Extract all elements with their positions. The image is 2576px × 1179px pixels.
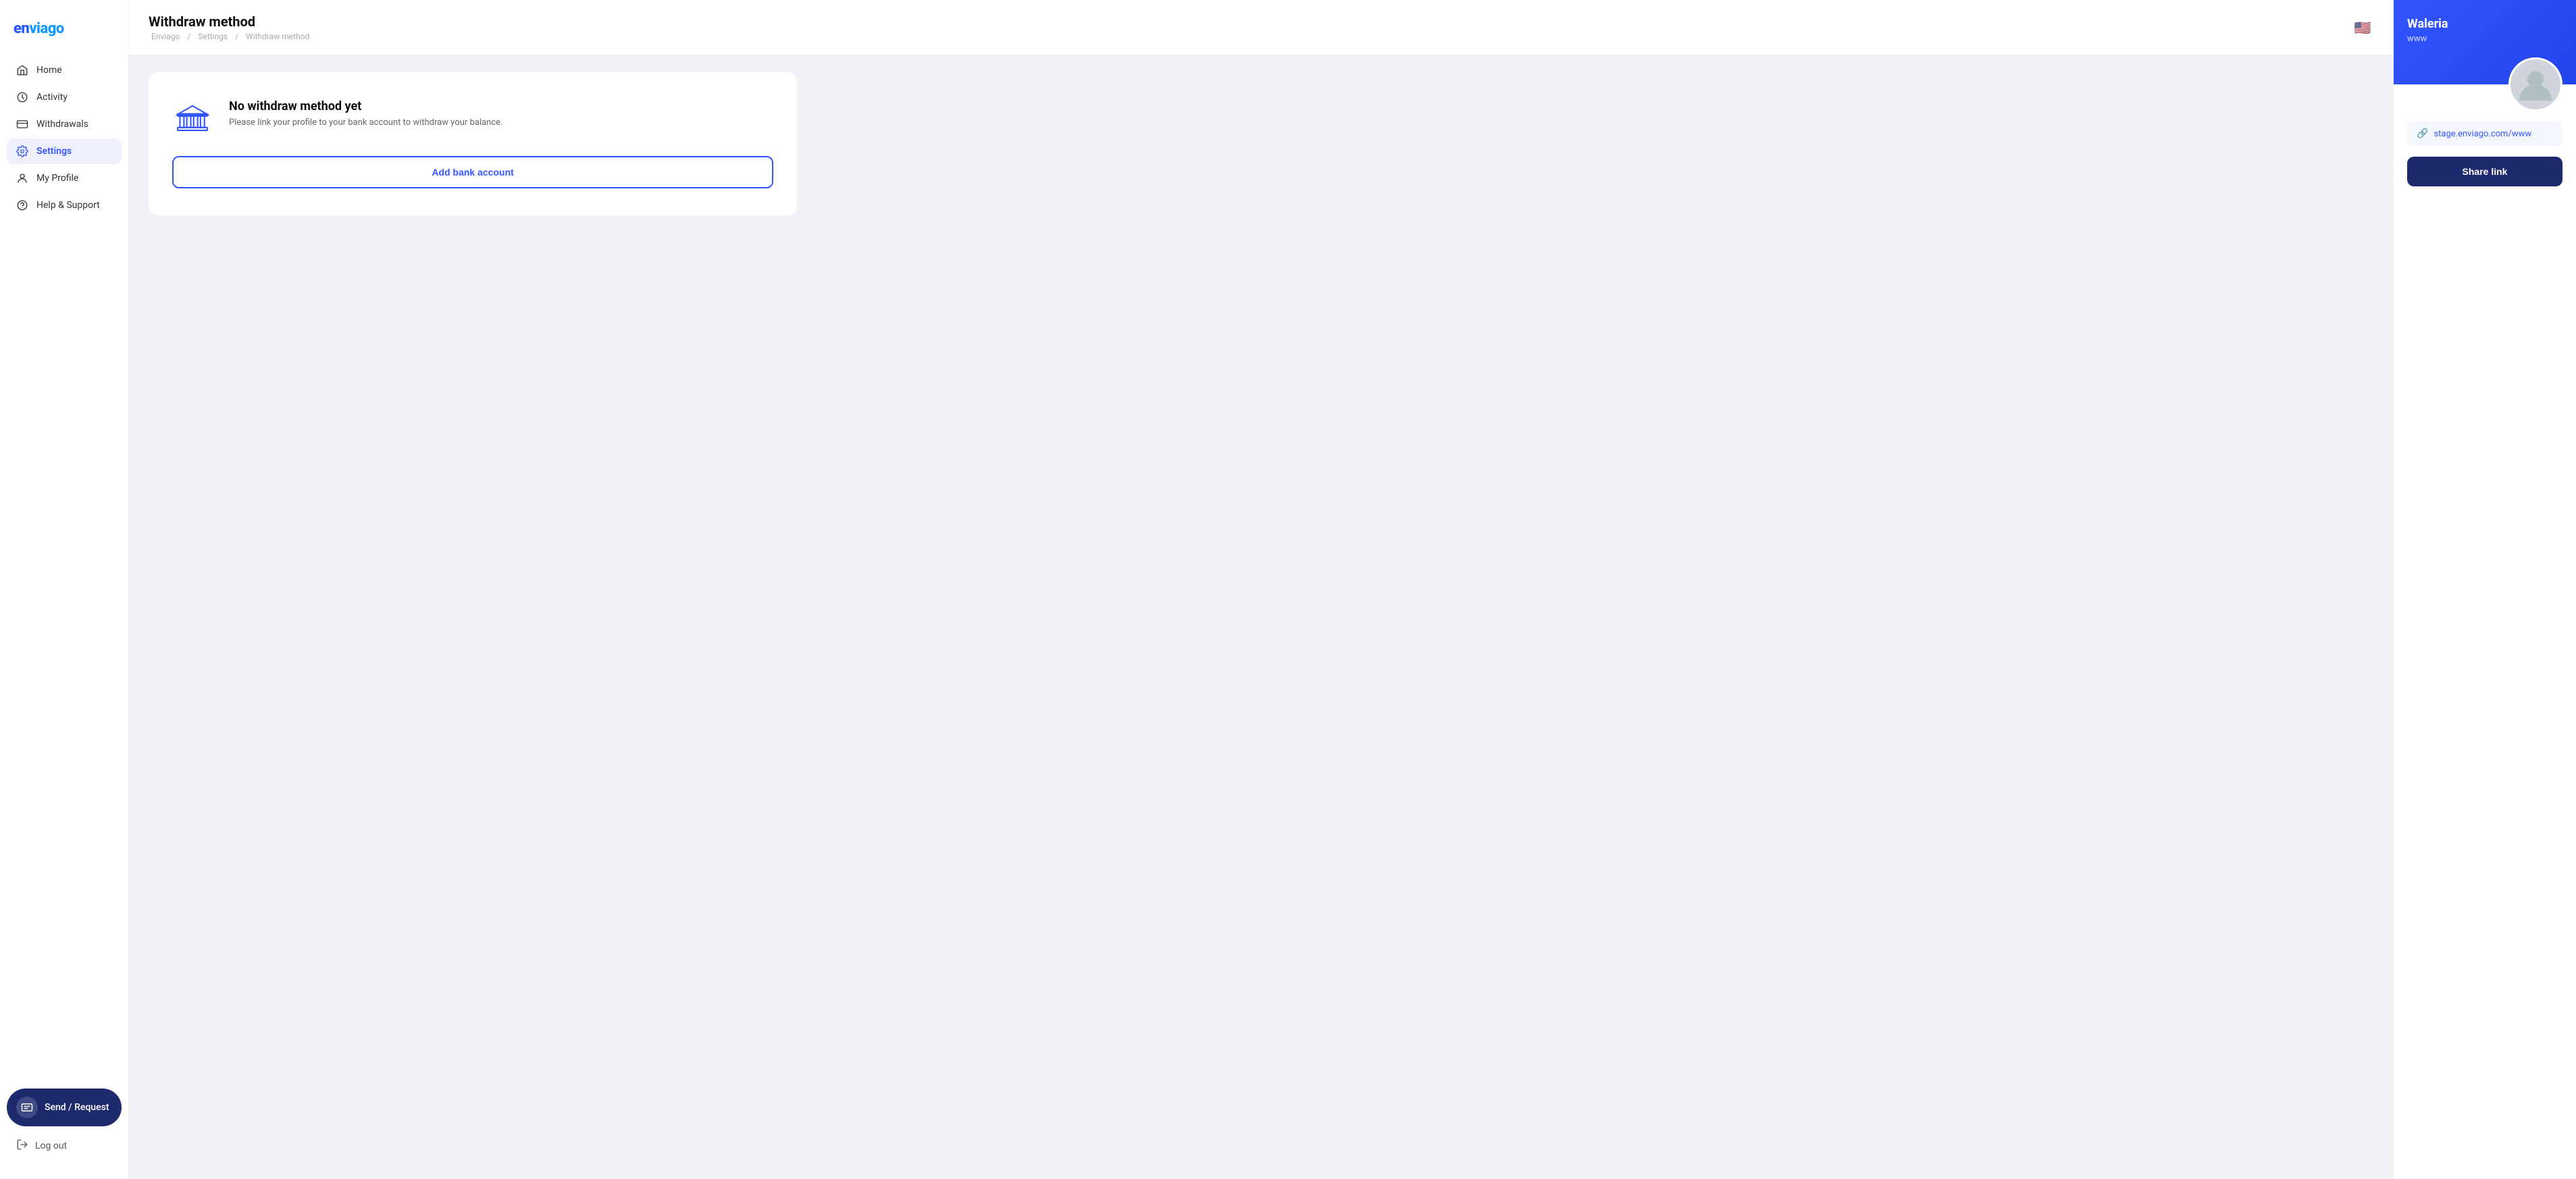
activity-icon bbox=[16, 91, 28, 103]
profile-details: 🔗 stage.enviago.com/www Share link bbox=[2394, 84, 2576, 1179]
sidebar-bottom: Log out bbox=[0, 1126, 128, 1165]
header-left: Withdraw method Enviago / Settings / Wit… bbox=[149, 14, 312, 41]
home-icon bbox=[16, 64, 28, 76]
logout-button[interactable]: Log out bbox=[14, 1133, 115, 1159]
page-title: Withdraw method bbox=[149, 14, 312, 30]
sidebar-item-my-profile-label: My Profile bbox=[36, 173, 78, 184]
withdrawals-icon bbox=[16, 118, 28, 130]
sidebar-item-home[interactable]: Home bbox=[7, 57, 122, 83]
sidebar-item-activity[interactable]: Activity bbox=[7, 84, 122, 110]
breadcrumb-enviago: Enviago bbox=[151, 32, 180, 41]
nav-list: Home Activity Withdrawals bbox=[0, 57, 128, 1075]
my-profile-icon bbox=[16, 172, 28, 184]
bank-icon bbox=[172, 99, 213, 140]
help-icon bbox=[16, 199, 28, 211]
send-request-button[interactable]: Send / Request bbox=[7, 1089, 122, 1126]
sidebar: enviago Home Activity bbox=[0, 0, 128, 1179]
profile-link[interactable]: 🔗 stage.enviago.com/www bbox=[2407, 122, 2562, 146]
sidebar-item-settings-label: Settings bbox=[36, 146, 72, 157]
main-content: Withdraw method Enviago / Settings / Wit… bbox=[128, 0, 2394, 1179]
avatar bbox=[2508, 57, 2562, 111]
sidebar-item-withdrawals-label: Withdrawals bbox=[36, 119, 88, 130]
sidebar-item-help-support-label: Help & Support bbox=[36, 200, 100, 211]
profile-name: Waleria bbox=[2407, 17, 2562, 31]
breadcrumb-withdraw-method: Withdraw method bbox=[246, 32, 309, 41]
profile-handle: www bbox=[2407, 34, 2562, 44]
share-link-button[interactable]: Share link bbox=[2407, 157, 2562, 186]
sidebar-item-settings[interactable]: Settings bbox=[7, 138, 122, 164]
content-area: No withdraw method yet Please link your … bbox=[128, 55, 2394, 1179]
send-request-label: Send / Request bbox=[45, 1102, 109, 1113]
card-text: No withdraw method yet Please link your … bbox=[229, 99, 503, 128]
card-top: No withdraw method yet Please link your … bbox=[172, 99, 773, 140]
sidebar-item-help-support[interactable]: Help & Support bbox=[7, 192, 122, 218]
send-request-icon bbox=[16, 1097, 38, 1118]
logo-text: enviago bbox=[14, 20, 115, 37]
sidebar-item-home-label: Home bbox=[36, 65, 62, 76]
breadcrumb-sep-1: / bbox=[187, 32, 192, 41]
settings-icon bbox=[16, 145, 28, 157]
profile-banner: Waleria www bbox=[2394, 0, 2576, 84]
link-icon: 🔗 bbox=[2417, 128, 2428, 139]
sidebar-item-my-profile[interactable]: My Profile bbox=[7, 165, 122, 191]
language-flag[interactable]: 🇺🇸 bbox=[2352, 17, 2373, 38]
breadcrumb-sep-2: / bbox=[235, 32, 240, 41]
sidebar-item-withdrawals[interactable]: Withdrawals bbox=[7, 111, 122, 137]
logout-icon bbox=[16, 1138, 28, 1153]
empty-state-description: Please link your profile to your bank ac… bbox=[229, 117, 503, 128]
right-panel: Waleria www 🔗 stage.enviago.com/www Shar… bbox=[2394, 0, 2576, 1179]
page-header: Withdraw method Enviago / Settings / Wit… bbox=[128, 0, 2394, 55]
empty-state-title: No withdraw method yet bbox=[229, 99, 503, 113]
withdraw-card: No withdraw method yet Please link your … bbox=[149, 72, 797, 215]
logo: enviago bbox=[0, 14, 128, 57]
sidebar-item-activity-label: Activity bbox=[36, 92, 68, 103]
add-bank-account-button[interactable]: Add bank account bbox=[172, 156, 773, 188]
profile-url: stage.enviago.com/www bbox=[2433, 129, 2531, 139]
logout-label: Log out bbox=[35, 1141, 67, 1151]
breadcrumb: Enviago / Settings / Withdraw method bbox=[149, 32, 312, 41]
breadcrumb-settings: Settings bbox=[198, 32, 228, 41]
